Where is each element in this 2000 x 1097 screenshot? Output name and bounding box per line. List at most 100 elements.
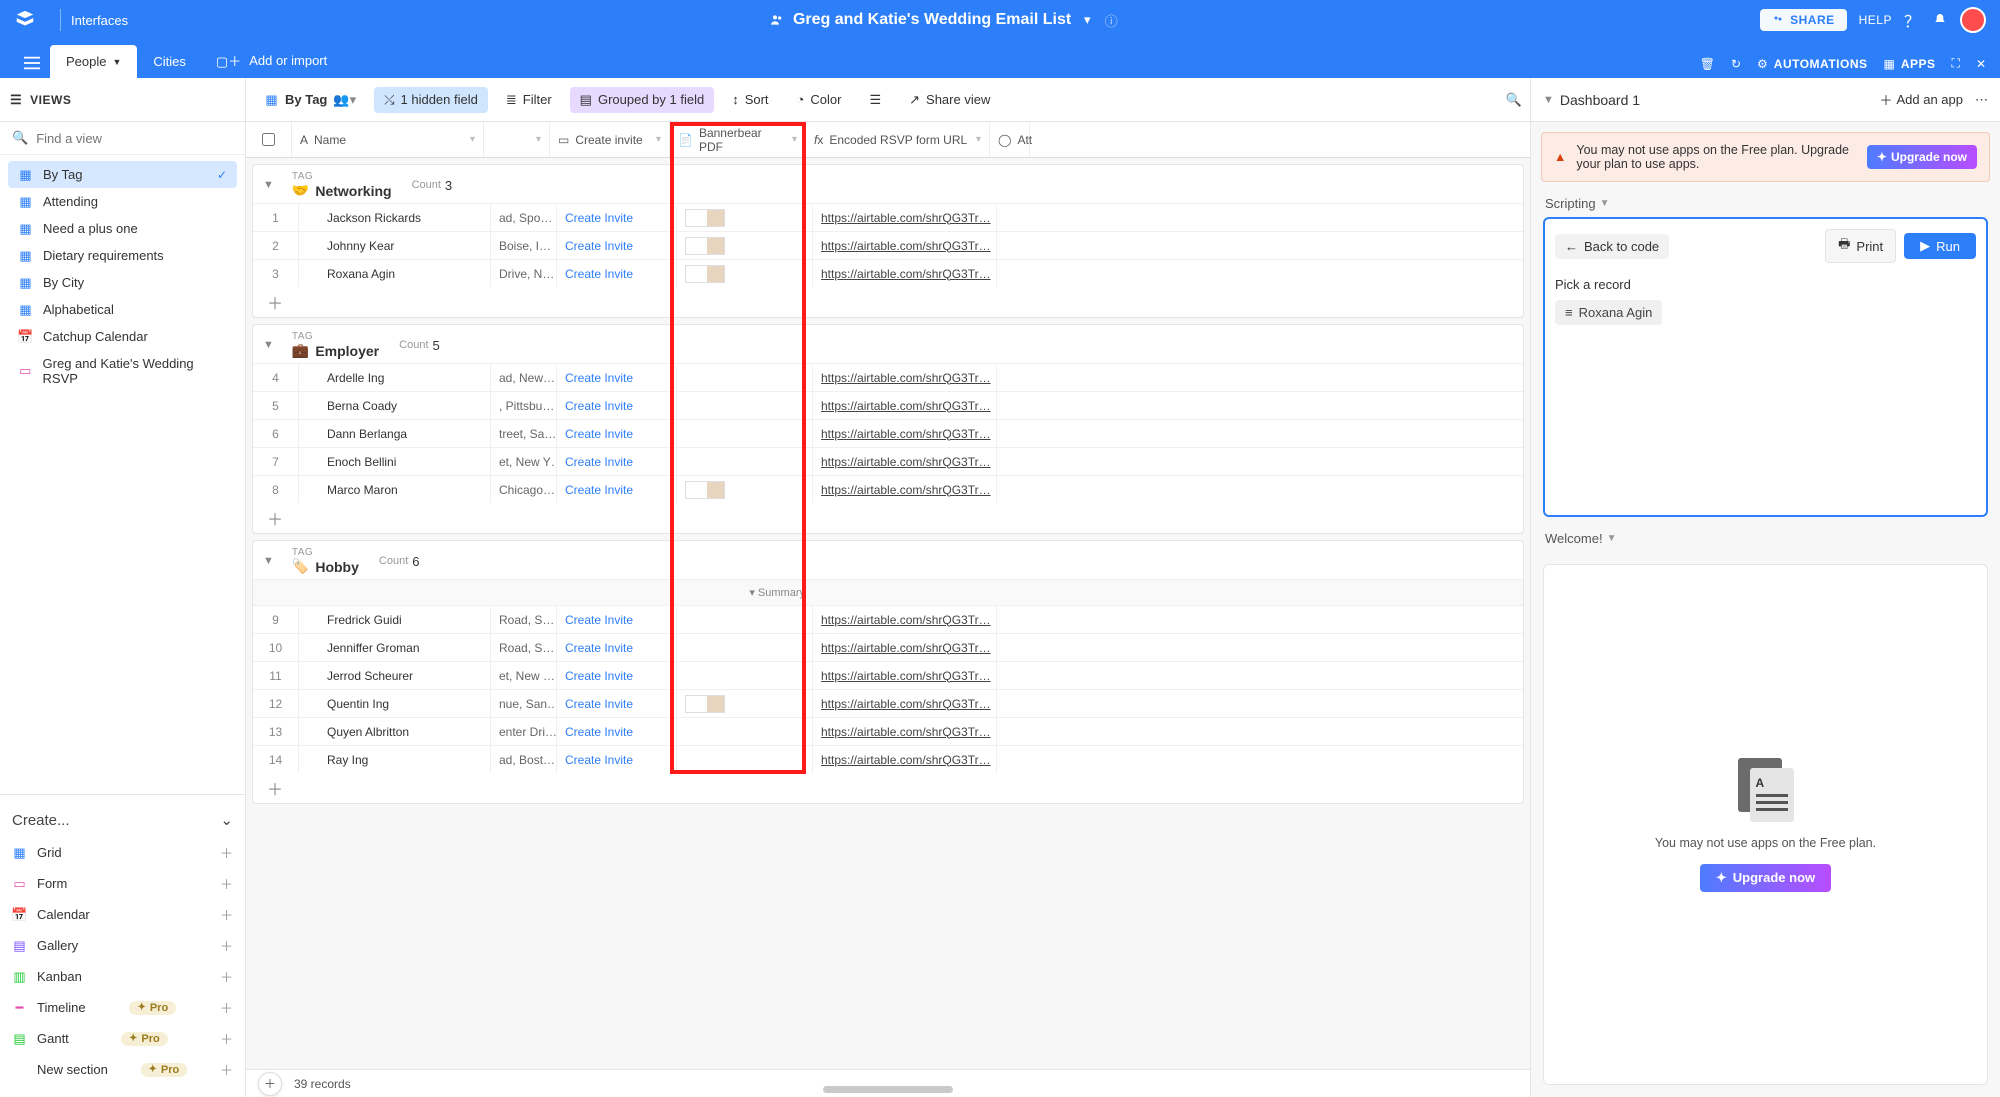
create-view-row[interactable]: ▦ Grid ＋ [12, 837, 233, 868]
cell-name[interactable]: Jerrod Scheurer [299, 662, 491, 689]
hidden-fields-button[interactable]: ⤯ 1 hidden field [374, 87, 488, 113]
create-invite-link[interactable]: Create Invite [565, 641, 633, 655]
col-blank[interactable]: ▾ [484, 122, 550, 157]
create-view-row[interactable]: ▥ Kanban ＋ [12, 961, 233, 992]
share-view-button[interactable]: ↗ Share view [899, 87, 1000, 113]
table-row[interactable]: 3 Roxana Agin Drive, N… Create Invite ht… [253, 259, 1523, 287]
create-invite-link[interactable]: Create Invite [565, 371, 633, 385]
cell-url[interactable]: https://airtable.com/shrQG3Tr… [813, 634, 997, 661]
cell-bannerbear[interactable] [677, 420, 813, 447]
table-row[interactable]: 5 Berna Coady , Pittsbu… Create Invite h… [253, 391, 1523, 419]
table-row[interactable]: 4 Ardelle Ing ad, New… Create Invite htt… [253, 363, 1523, 391]
add-or-import[interactable]: ▢＋ Add or import [202, 43, 341, 78]
plus-icon[interactable]: ＋ [220, 936, 233, 955]
cell-bannerbear[interactable] [677, 634, 813, 661]
cell-bannerbear[interactable] [677, 232, 813, 259]
cell-bannerbear[interactable] [677, 690, 813, 717]
table-row[interactable]: 8 Marco Maron Chicago… Create Invite htt… [253, 475, 1523, 503]
help-icon[interactable]: ？ [1904, 12, 1920, 28]
create-view-row[interactable]: ▤ Gantt Pro ＋ [12, 1023, 233, 1054]
view-search-input[interactable] [36, 131, 233, 146]
welcome-upgrade-button[interactable]: ✦ Upgrade now [1700, 864, 1831, 892]
cell-bannerbear[interactable] [677, 260, 813, 287]
more-icon[interactable]: ⋯ [1975, 92, 1988, 108]
cell-bannerbear[interactable] [677, 746, 813, 773]
group-header[interactable]: ▼ TAG 🤝Networking Count 3 [253, 165, 1523, 203]
cell-addr[interactable]: Chicago… [491, 476, 557, 503]
create-invite-link[interactable]: Create Invite [565, 239, 633, 253]
create-invite-link[interactable]: Create Invite [565, 669, 633, 683]
sidebar-view-item[interactable]: ▦ Need a plus one [8, 215, 237, 242]
sidebar-view-item[interactable]: ▦ By Tag ✓ [8, 161, 237, 188]
plus-icon[interactable]: ＋ [220, 1029, 233, 1048]
pdf-thumbnail[interactable] [685, 209, 725, 227]
pdf-thumbnail[interactable] [685, 481, 725, 499]
table-row[interactable]: 6 Dann Berlanga treet, Sa… Create Invite… [253, 419, 1523, 447]
cell-url[interactable]: https://airtable.com/shrQG3Tr… [813, 260, 997, 287]
cell-create-invite[interactable]: Create Invite [557, 260, 677, 287]
cell-name[interactable]: Johnny Kear [299, 232, 491, 259]
cell-addr[interactable]: et, New Y… [491, 448, 557, 475]
cell-create-invite[interactable]: Create Invite [557, 718, 677, 745]
group-header[interactable]: ▼ TAG 🏷️Hobby Count 6 [253, 541, 1523, 579]
sidebar-view-item[interactable]: ▦ By City [8, 269, 237, 296]
scripting-header[interactable]: Scripting ▼ [1531, 192, 2000, 217]
create-invite-link[interactable]: Create Invite [565, 725, 633, 739]
cell-bannerbear[interactable] [677, 204, 813, 231]
bell-icon[interactable] [1932, 12, 1948, 28]
cell-addr[interactable]: treet, Sa… [491, 420, 557, 447]
interfaces-link[interactable]: Interfaces [71, 13, 128, 28]
pdf-thumbnail[interactable] [685, 237, 725, 255]
grid-search-icon[interactable]: 🔍 [1506, 92, 1522, 108]
cell-bannerbear[interactable] [677, 364, 813, 391]
cell-bannerbear[interactable] [677, 448, 813, 475]
color-button[interactable]: ◔ Color [787, 87, 852, 112]
cell-url[interactable]: https://airtable.com/shrQG3Tr… [813, 364, 997, 391]
cell-name[interactable]: Jackson Rickards [299, 204, 491, 231]
back-to-code-button[interactable]: ← Back to code [1555, 234, 1669, 259]
cell-url[interactable]: https://airtable.com/shrQG3Tr… [813, 746, 997, 773]
group-header[interactable]: ▼ TAG 💼Employer Count 5 [253, 325, 1523, 363]
row-height-button[interactable]: ☰ [859, 87, 891, 113]
add-row-button[interactable]: ＋ [253, 503, 1523, 533]
trash-icon[interactable]: 🗑 [1700, 57, 1715, 71]
cell-create-invite[interactable]: Create Invite [557, 606, 677, 633]
app-logo[interactable] [14, 9, 36, 31]
create-view-row[interactable]: ▭ Form ＋ [12, 868, 233, 899]
cell-addr[interactable]: Road, S… [491, 634, 557, 661]
cell-create-invite[interactable]: Create Invite [557, 392, 677, 419]
table-row[interactable]: 9 Fredrick Guidi Road, S… Create Invite … [253, 605, 1523, 633]
cell-bannerbear[interactable] [677, 718, 813, 745]
create-invite-link[interactable]: Create Invite [565, 427, 633, 441]
sidebar-view-item[interactable]: ▦ Dietary requirements [8, 242, 237, 269]
chevron-down-icon[interactable]: ▾ [470, 134, 475, 145]
table-row[interactable]: 7 Enoch Bellini et, New Y… Create Invite… [253, 447, 1523, 475]
summary-cell[interactable]: ▾ Summary [677, 586, 813, 599]
cell-create-invite[interactable]: Create Invite [557, 448, 677, 475]
chevron-down-icon[interactable]: ▼ [263, 339, 274, 351]
cell-name[interactable]: Quyen Albritton [299, 718, 491, 745]
upgrade-button[interactable]: ✦ Upgrade now [1867, 145, 1977, 169]
create-invite-link[interactable]: Create Invite [565, 267, 633, 281]
cell-name[interactable]: Ardelle Ing [299, 364, 491, 391]
create-view-row[interactable]: ▤ Gallery ＋ [12, 930, 233, 961]
create-view-row[interactable]: New section Pro ＋ [12, 1054, 233, 1085]
table-row[interactable]: 13 Quyen Albritton enter Dri… Create Inv… [253, 717, 1523, 745]
filter-button[interactable]: ≣ Filter [496, 87, 562, 113]
share-button[interactable]: SHARE [1760, 9, 1847, 31]
cell-name[interactable]: Ray Ing [299, 746, 491, 773]
cell-name[interactable]: Marco Maron [299, 476, 491, 503]
cell-bannerbear[interactable] [677, 606, 813, 633]
create-invite-link[interactable]: Create Invite [565, 399, 633, 413]
table-row[interactable]: 11 Jerrod Scheurer et, New … Create Invi… [253, 661, 1523, 689]
dashboard-switcher[interactable]: ▼ Dashboard 1 [1543, 92, 1640, 108]
info-icon[interactable]: ⓘ [1103, 12, 1119, 28]
cell-create-invite[interactable]: Create Invite [557, 232, 677, 259]
print-button[interactable]: 🖶Print [1825, 229, 1896, 263]
cell-addr[interactable]: ad, Bost… [491, 746, 557, 773]
add-row-button[interactable]: ＋ [253, 773, 1523, 803]
cell-create-invite[interactable]: Create Invite [557, 364, 677, 391]
create-view-row[interactable]: 📅 Calendar ＋ [12, 899, 233, 930]
plus-icon[interactable]: ＋ [220, 874, 233, 893]
cell-addr[interactable]: Drive, N… [491, 260, 557, 287]
